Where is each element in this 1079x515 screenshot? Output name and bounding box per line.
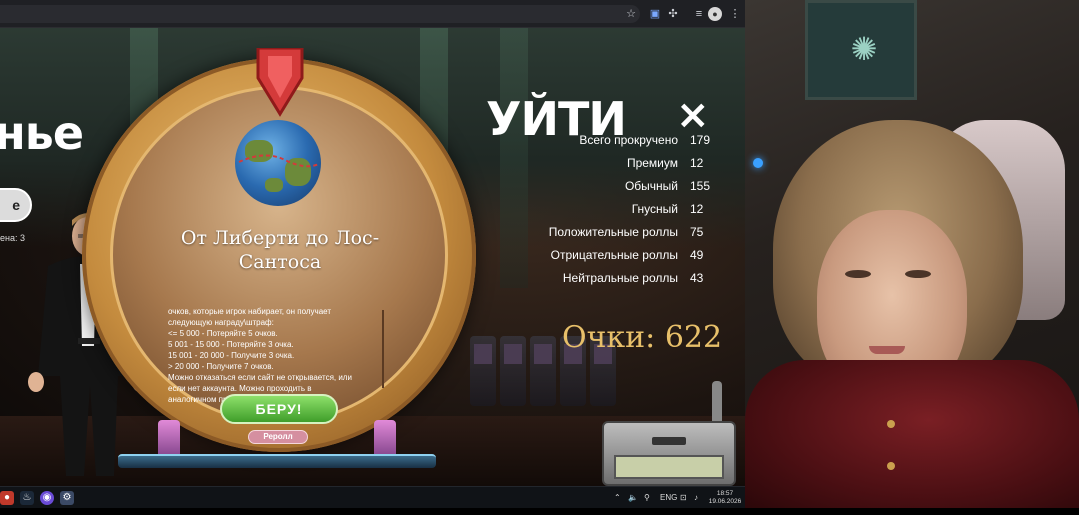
menu-icon[interactable]: ⋮ bbox=[728, 7, 742, 21]
clock-time: 18:57 bbox=[716, 490, 734, 497]
wheel-challenge-description: очков, которые игрок набирает, он получа… bbox=[168, 306, 376, 405]
stat-label: Положительные роллы bbox=[548, 225, 678, 239]
blouse-button bbox=[887, 462, 895, 470]
app-icon[interactable]: ● bbox=[0, 491, 14, 505]
wall-picture: ✺ bbox=[805, 0, 917, 100]
network-icon[interactable]: ⊡ bbox=[680, 493, 687, 502]
puzzle-icon[interactable]: ✣ bbox=[666, 7, 680, 21]
stat-value: 43 bbox=[690, 271, 704, 285]
globe-icon bbox=[235, 120, 321, 206]
score-display: Очки: 622 bbox=[562, 320, 722, 355]
description-line: следующую награду\штраф: bbox=[168, 318, 274, 327]
description-line: очков, которые игрок набирает, он получа… bbox=[168, 307, 331, 316]
stat-label: Отрицательные роллы bbox=[550, 248, 678, 262]
slot-display bbox=[614, 455, 724, 479]
wheel-challenge-title: От Либерти до Лос- Сантоса bbox=[130, 226, 430, 274]
stat-row: Нейтральные роллы 43 bbox=[510, 271, 740, 294]
game-scene: ньe e ена: 3 От Либерти до Лос- Сантоса … bbox=[0, 28, 745, 486]
webcam-feed: ✺ ⌘ bbox=[745, 0, 1079, 508]
stat-value: 179 bbox=[690, 133, 711, 147]
slot-machine bbox=[602, 381, 736, 486]
language-indicator[interactable]: ENG bbox=[660, 493, 677, 502]
stand-plate bbox=[118, 454, 436, 468]
address-bar[interactable] bbox=[0, 5, 640, 23]
stat-value: 49 bbox=[690, 248, 704, 262]
stat-label: Нейтральные роллы bbox=[562, 271, 678, 285]
description-line: если нет аккаунта. Можно проходить в bbox=[168, 384, 312, 393]
stat-label: Обычный bbox=[624, 179, 678, 193]
wheel-stand bbox=[118, 420, 436, 468]
description-line: Можно отказаться если сайт не открываетс… bbox=[168, 373, 352, 382]
lever-icon[interactable] bbox=[712, 381, 722, 425]
left-panel-title: ньe bbox=[0, 106, 84, 160]
letterbox-bar bbox=[0, 508, 1079, 515]
streamer-mouth bbox=[869, 346, 905, 354]
microphone-icon[interactable]: ⚲ bbox=[644, 493, 650, 502]
stat-label: Премиум bbox=[626, 156, 678, 170]
blouse-button bbox=[887, 420, 895, 428]
stat-row: Всего прокручено 179 bbox=[510, 133, 740, 156]
coin-slot bbox=[652, 437, 686, 445]
stat-label: Всего прокручено bbox=[579, 133, 678, 147]
stat-value: 75 bbox=[690, 225, 704, 239]
streamer-eye bbox=[905, 270, 931, 278]
score-label: Очки: bbox=[562, 320, 656, 355]
browser-toolbar: ☆ ▣ ✣ ≡ ● ⋮ bbox=[0, 0, 745, 28]
close-icon[interactable]: × bbox=[676, 92, 710, 138]
media-icon[interactable]: ≡ bbox=[692, 7, 706, 21]
wheel-title-line: От Либерти до Лос- bbox=[180, 227, 380, 249]
slot-machine-bg bbox=[500, 336, 526, 406]
description-line: > 20 000 - Получите 7 очков. bbox=[168, 362, 274, 371]
clock-date: 19.06.2026 bbox=[708, 498, 742, 505]
stats-panel: Всего прокручено 179 Премиум 12 Обычный … bbox=[510, 133, 740, 294]
stat-value: 155 bbox=[690, 179, 711, 193]
wheel-title-line: Сантоса bbox=[238, 251, 322, 273]
profile-icon[interactable]: ● bbox=[708, 7, 722, 21]
stat-value: 12 bbox=[690, 156, 704, 170]
settings-icon[interactable]: ⚙ bbox=[60, 491, 74, 505]
stat-row: Гнусный 12 bbox=[510, 202, 740, 225]
extension-icon[interactable]: ▣ bbox=[648, 7, 662, 21]
stat-value: 12 bbox=[690, 202, 704, 216]
stat-row: Обычный 155 bbox=[510, 179, 740, 202]
star-icon[interactable]: ☆ bbox=[624, 7, 638, 21]
stat-row: Отрицательные роллы 49 bbox=[510, 248, 740, 271]
steam-icon[interactable]: ♨ bbox=[20, 491, 34, 505]
streamer-eye bbox=[845, 270, 871, 278]
streamer-velvet-blouse bbox=[745, 360, 1079, 508]
stat-label: Гнусный bbox=[631, 202, 678, 216]
chevron-up-icon[interactable]: ⌃ bbox=[614, 493, 621, 502]
stat-row: Премиум 12 bbox=[510, 156, 740, 179]
system-clock[interactable]: 18:57 19.06.2026 bbox=[708, 490, 742, 506]
wheel-pointer-icon bbox=[256, 48, 304, 117]
description-line: 5 001 - 15 000 - Потеряйте 3 очка. bbox=[168, 340, 294, 349]
sun-icon: ✺ bbox=[850, 31, 878, 67]
volume-icon[interactable]: ♪ bbox=[694, 493, 698, 502]
taskbar: ● ♨ ◉ ⚙ ⌃ 🔈 ⚲ ENG ⊡ ♪ 18:57 19.06.2026 bbox=[0, 486, 745, 508]
slot-machine-bg bbox=[530, 336, 556, 406]
description-scrollbar[interactable] bbox=[382, 310, 384, 388]
discord-icon[interactable]: ◉ bbox=[40, 491, 54, 505]
score-value: 622 bbox=[664, 320, 723, 355]
description-line: <= 5 000 - Потеряйте 5 очков. bbox=[168, 329, 278, 338]
description-line: 15 001 - 20 000 - Получите 3 очка. bbox=[168, 351, 295, 360]
fortune-wheel: От Либерти до Лос- Сантоса очков, которы… bbox=[82, 48, 476, 462]
headset-light bbox=[753, 158, 763, 168]
stat-row: Положительные роллы 75 bbox=[510, 225, 740, 248]
speaker-icon[interactable]: 🔈 bbox=[628, 493, 638, 502]
screen-root: ☆ ▣ ✣ ≡ ● ⋮ ньe e ена: 3 От Либерти до Л… bbox=[0, 0, 1079, 515]
